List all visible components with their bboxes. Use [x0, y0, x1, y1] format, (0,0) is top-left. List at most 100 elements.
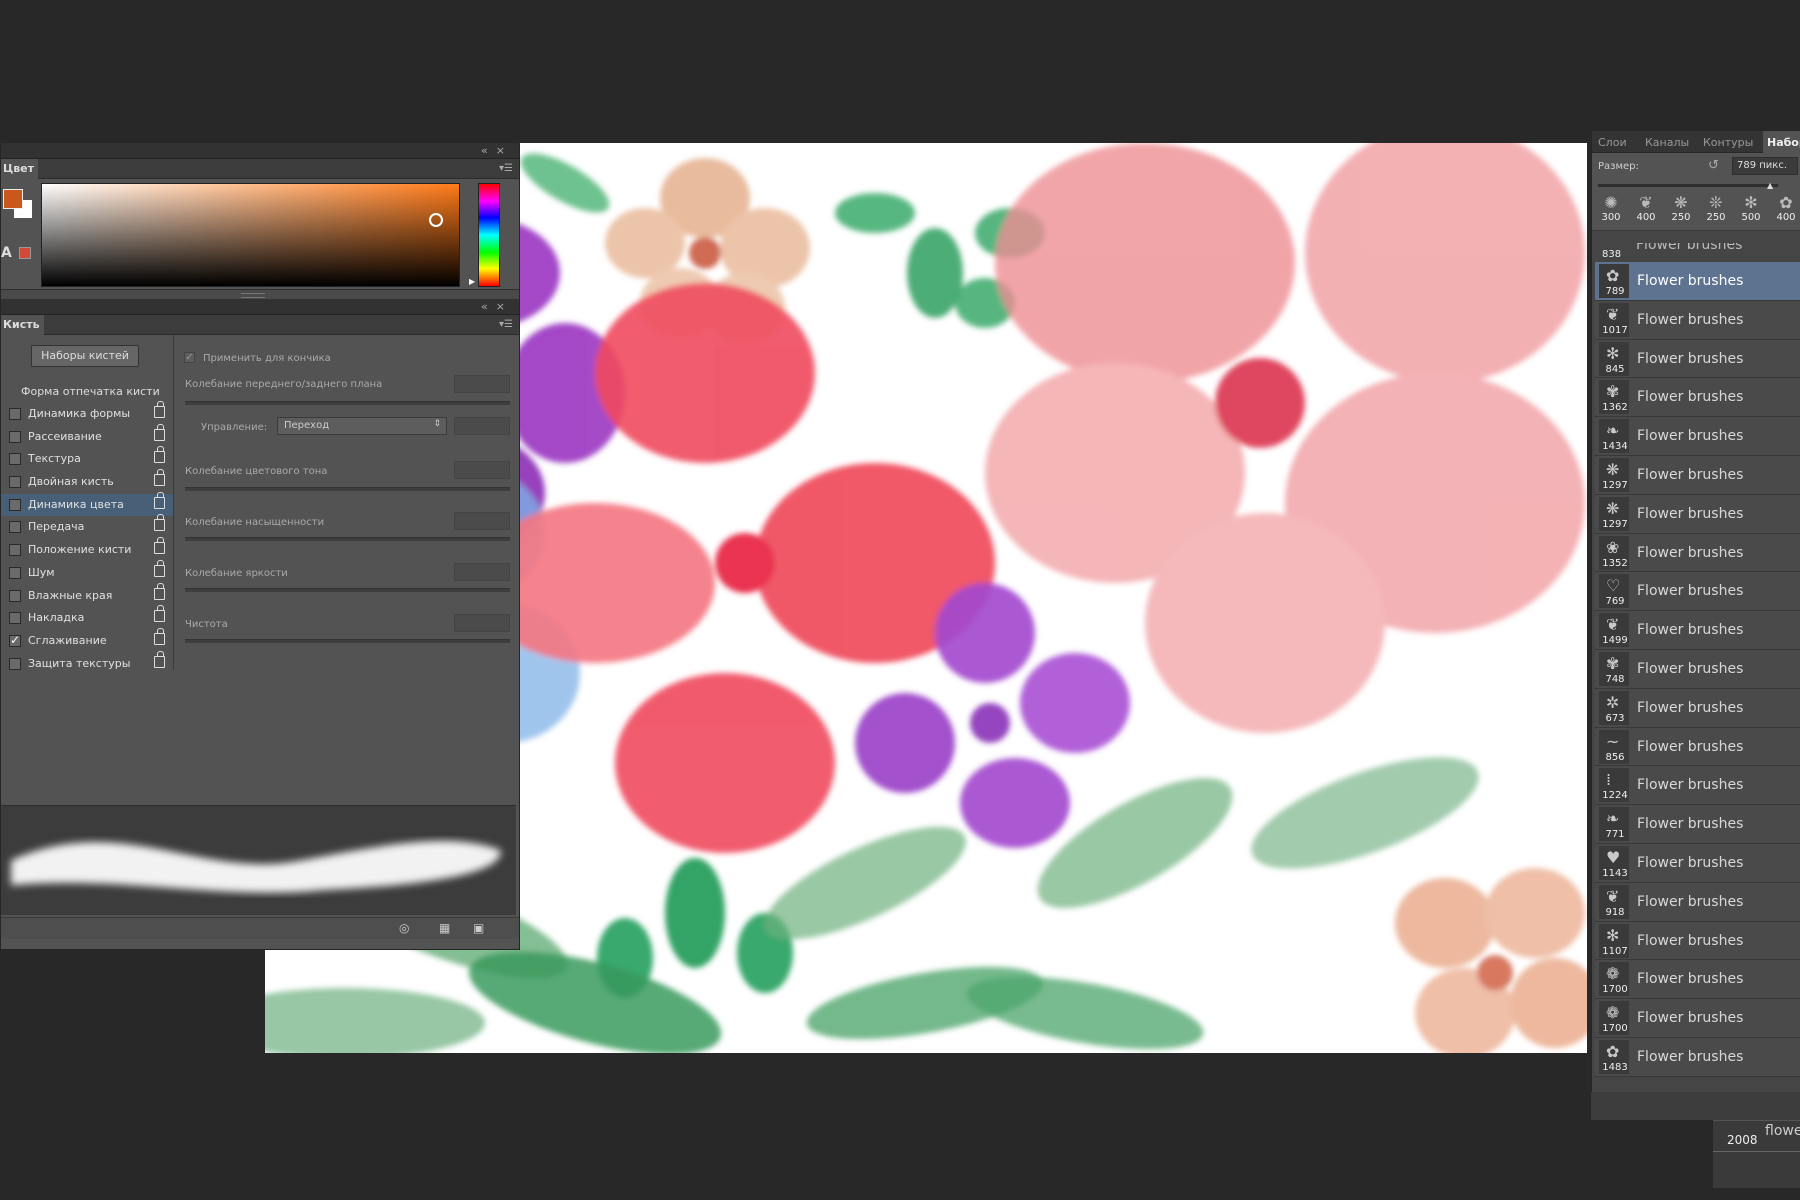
recent-brush-preset[interactable]: ✻ 500 — [1734, 191, 1768, 231]
hue-pointer-icon[interactable]: ▶ — [469, 277, 475, 286]
brush-preset-item[interactable]: ✾ 748 Flower brushes — [1595, 649, 1800, 689]
brush-option-row[interactable]: Влажные края — [1, 582, 173, 608]
brush-option-checkbox[interactable] — [9, 498, 21, 511]
color-picker-field[interactable] — [41, 183, 460, 287]
hue-slider[interactable] — [478, 183, 500, 287]
recent-brush-preset[interactable]: ❋ 250 — [1664, 191, 1698, 231]
brush-preset-item[interactable]: ✲ 673 Flower brushes — [1595, 688, 1800, 728]
lock-icon[interactable] — [154, 491, 165, 509]
recent-brush-preset[interactable]: ✿ 400 — [1769, 191, 1800, 231]
panel-menu-icon[interactable]: ▾☰ — [499, 319, 513, 330]
tab-brush-presets[interactable]: Набор — [1763, 131, 1800, 153]
tab-channels[interactable]: Каналы — [1645, 136, 1689, 149]
gamut-warning-swatch[interactable] — [19, 247, 31, 259]
lock-icon[interactable] — [154, 650, 165, 668]
panel-resize-grip[interactable] — [1, 289, 519, 299]
brush-option-row[interactable]: Сглаживание — [1, 627, 173, 653]
brush-preset-item-partial[interactable]: 838 Flower brushes — [1595, 243, 1800, 261]
brush-preset-item[interactable]: ♥ 1143 Flower brushes — [1595, 843, 1800, 883]
size-value-field[interactable]: 789 пикс. — [1732, 157, 1798, 175]
brush-option-checkbox[interactable] — [9, 476, 21, 489]
brush-option-checkbox[interactable] — [9, 589, 21, 602]
toggle-live-tip-icon[interactable]: ◎ — [399, 921, 409, 935]
brush-option-checkbox[interactable] — [9, 408, 21, 420]
brush-option-row[interactable]: Передача — [1, 514, 173, 539]
new-preset-icon[interactable]: ▣ — [473, 921, 484, 935]
brush-preset-item[interactable]: ❦ 918 Flower brushes — [1595, 882, 1800, 922]
brush-preset-item[interactable]: ✿ 1483 Flower brushes — [1595, 1037, 1800, 1077]
purity-value[interactable] — [454, 614, 510, 632]
brush-preset-item[interactable]: ❧ 1434 Flower brushes — [1595, 417, 1800, 456]
brush-preset-item[interactable]: ❦ 1017 Flower brushes — [1595, 300, 1800, 340]
lock-icon[interactable] — [154, 582, 165, 600]
hue-jitter-value[interactable] — [454, 461, 510, 479]
tab-brush[interactable]: Кисть — [1, 315, 44, 335]
brush-preset-item[interactable]: ❀ 1352 Flower brushes — [1595, 533, 1800, 573]
color-panel-dock-bar[interactable]: «× — [1, 143, 519, 159]
brush-presets-button[interactable]: Наборы кистей — [31, 345, 139, 367]
brush-option-row[interactable]: Рассеивание — [1, 423, 173, 449]
brush-option-checkbox[interactable] — [9, 544, 21, 557]
brush-preset-item[interactable]: ❦ 1499 Flower brushes — [1595, 611, 1800, 650]
lock-icon[interactable] — [154, 514, 165, 532]
brush-preset-item[interactable]: ❋ 1297 Flower brushes — [1595, 494, 1800, 534]
brush-preset-item[interactable]: ❋ 1297 Flower brushes — [1595, 455, 1800, 495]
brush-preset-item[interactable]: ✿ 789 Flower brushes — [1595, 262, 1800, 301]
brush-option-checkbox[interactable] — [9, 633, 21, 647]
tab-layers[interactable]: Слои — [1598, 136, 1627, 149]
lock-icon[interactable] — [154, 423, 165, 441]
lock-icon[interactable] — [154, 446, 165, 464]
size-slider-thumb[interactable]: ▲ — [1767, 181, 1773, 190]
brush-option-checkbox[interactable] — [9, 612, 21, 625]
brush-preset-item[interactable]: ♡ 769 Flower brushes — [1595, 572, 1800, 612]
brush-preset-item[interactable]: ✻ 845 Flower brushes — [1595, 339, 1800, 379]
fg-bg-jitter-value[interactable] — [454, 375, 510, 393]
grid-icon[interactable]: ▦ — [439, 921, 450, 935]
fg-bg-jitter-slider[interactable] — [185, 401, 510, 405]
gamut-warning-icon[interactable]: A — [1, 245, 12, 261]
saturation-jitter-value[interactable] — [454, 512, 510, 530]
foreground-color-swatch[interactable] — [3, 189, 23, 209]
brush-preset-item[interactable]: ❧ 771 Flower brushes — [1595, 805, 1800, 844]
brush-option-checkbox[interactable] — [9, 430, 21, 443]
reset-size-icon[interactable]: ↺ — [1708, 158, 1719, 173]
detached-preset-item[interactable]: 2008 flowe — [1713, 1120, 1800, 1188]
collapse-close-icons[interactable]: «× — [481, 144, 513, 157]
brush-tip-shape-label[interactable]: Форма отпечатка кисти — [21, 385, 160, 398]
recent-brush-preset[interactable]: ❦ 400 — [1629, 191, 1663, 231]
tab-paths[interactable]: Контуры — [1703, 136, 1753, 149]
purity-slider[interactable] — [185, 639, 510, 643]
brush-option-row[interactable]: Положение кисти — [1, 537, 173, 562]
brush-preset-item[interactable]: ❁ 1700 Flower brushes — [1595, 999, 1800, 1038]
recent-brush-preset[interactable]: ✺ 300 — [1594, 191, 1628, 231]
brush-option-row[interactable]: Шум — [1, 559, 173, 585]
lock-icon[interactable] — [154, 627, 165, 645]
color-picker-cursor[interactable] — [429, 213, 443, 227]
apply-per-tip-checkbox[interactable]: ✓ — [184, 352, 195, 363]
brush-preset-item[interactable]: ✾ 1362 Flower brushes — [1595, 378, 1800, 418]
collapse-close-icons[interactable]: «× — [481, 300, 513, 313]
control-select[interactable]: Переход ⇕ — [277, 417, 447, 435]
hue-jitter-slider[interactable] — [185, 487, 510, 491]
lock-icon[interactable] — [154, 605, 165, 623]
size-slider[interactable]: ▲ — [1592, 179, 1800, 191]
brush-option-checkbox[interactable] — [9, 453, 21, 466]
brush-option-row[interactable]: Защита текстуры — [1, 650, 173, 676]
lock-icon[interactable] — [154, 469, 165, 487]
brush-preset-item[interactable]: ❁ 1700 Flower brushes — [1595, 960, 1800, 1000]
brush-option-row[interactable]: Динамика формы — [1, 401, 173, 426]
brush-preset-item[interactable]: ✻ 1107 Flower brushes — [1595, 921, 1800, 961]
brush-option-row[interactable]: Накладка — [1, 605, 173, 630]
panel-menu-icon[interactable]: ▾☰ — [499, 163, 513, 174]
control-value-box[interactable] — [454, 417, 510, 435]
brush-preset-item[interactable]: ⁞ 1224 Flower brushes — [1595, 766, 1800, 806]
saturation-jitter-slider[interactable] — [185, 537, 510, 541]
lock-icon[interactable] — [154, 559, 165, 577]
brush-option-row[interactable]: Динамика цвета — [1, 491, 173, 517]
brightness-jitter-slider[interactable] — [185, 588, 510, 592]
brush-option-checkbox[interactable] — [9, 657, 21, 670]
brush-option-checkbox[interactable] — [9, 521, 21, 534]
brush-option-row[interactable]: Двойная кисть — [1, 469, 173, 494]
brush-option-checkbox[interactable] — [9, 566, 21, 579]
tab-color[interactable]: Цвет — [1, 159, 39, 179]
